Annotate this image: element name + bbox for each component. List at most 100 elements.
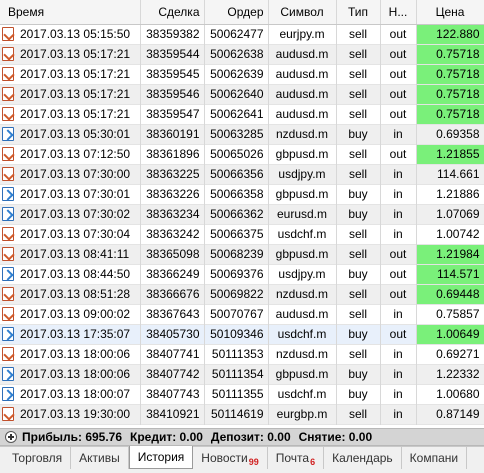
order-id-cell: 50109346 xyxy=(204,324,269,344)
deal-direction-cell: in xyxy=(380,384,417,404)
table-row[interactable]: 2017.03.13 09:00:02 38367643 50070767 audus… xyxy=(0,304,484,324)
expand-plus-icon[interactable] xyxy=(5,431,17,443)
order-id-text: 50111355 xyxy=(211,387,264,401)
price-text: 1.21855 xyxy=(436,147,480,161)
deal-direction-text: in xyxy=(393,187,403,201)
deal-type-cell: buy xyxy=(336,184,381,204)
order-id-text: 50066362 xyxy=(210,207,264,221)
deal-direction-cell: out xyxy=(380,84,417,104)
price-text: 1.22332 xyxy=(436,367,480,381)
order-id-text: 50062638 xyxy=(210,47,264,61)
deal-direction-text: in xyxy=(393,387,403,401)
deal-type-text: sell xyxy=(348,307,367,321)
symbol-text: usdchf.m xyxy=(277,387,327,401)
table-row[interactable]: 2017.03.13 05:17:21 38359547 50062641 audus… xyxy=(0,104,484,124)
deal-type-cell: sell xyxy=(336,44,381,64)
table-row[interactable]: 2017.03.13 08:51:28 38366676 50069822 nzdus… xyxy=(0,284,484,304)
table-row[interactable]: 2017.03.13 07:30:02 38363234 50066362 eurus… xyxy=(0,204,484,224)
table-row[interactable]: 2017.03.13 18:00:06 38407741 50111353 nzdus… xyxy=(0,344,484,364)
symbol-cell: audusd.m xyxy=(268,84,337,104)
tab-history[interactable]: История xyxy=(128,446,194,469)
table-row[interactable]: 2017.03.13 05:17:21 38359545 50062639 audus… xyxy=(0,64,484,84)
table-row[interactable]: 2017.03.13 05:17:21 38359546 50062640 audus… xyxy=(0,84,484,104)
deal-direction-cell: out xyxy=(380,284,417,304)
table-row[interactable]: 2017.03.13 08:41:11 38365098 50068239 gbpus… xyxy=(0,244,484,264)
column-header-deal[interactable]: Сделка xyxy=(140,0,205,25)
price-cell: 0.75857 xyxy=(416,304,484,324)
column-header-type[interactable]: Тип xyxy=(336,0,381,25)
table-row[interactable]: 2017.03.13 07:12:50 38361896 50065026 gbpus… xyxy=(0,144,484,164)
deal-id-text: 38365098 xyxy=(146,247,200,261)
deal-time-text: 2017.03.13 07:30:00 xyxy=(20,167,131,181)
deal-id-cell: 38407743 xyxy=(140,384,205,404)
deal-time-cell: 2017.03.13 07:30:00 xyxy=(0,164,141,184)
table-row[interactable]: 2017.03.13 07:30:01 38363226 50066358 gbpus… xyxy=(0,184,484,204)
deal-time-cell: 2017.03.13 05:17:21 xyxy=(0,44,141,64)
buy-deal-icon xyxy=(2,367,14,381)
deal-id-text: 38407743 xyxy=(146,387,200,401)
symbol-cell: usdchf.m xyxy=(268,324,337,344)
table-header-row: Время Сделка Ордер Символ Тип Н... Цена xyxy=(0,0,484,25)
table-row[interactable]: 2017.03.13 05:30:01 38360191 50063285 nzdus… xyxy=(0,124,484,144)
deal-direction-text: in xyxy=(393,367,403,381)
table-row[interactable]: 2017.03.13 05:17:21 38359544 50062638 audus… xyxy=(0,44,484,64)
deal-type-text: buy xyxy=(348,367,368,381)
deal-time-text: 2017.03.13 05:17:21 xyxy=(20,47,131,61)
table-row[interactable]: 2017.03.13 05:15:50 38359382 50062477 eurjp… xyxy=(0,24,484,44)
column-header-order[interactable]: Ордер xyxy=(204,0,269,25)
symbol-text: usdchf.m xyxy=(277,227,327,241)
table-row[interactable]: 2017.03.13 07:30:00 38363225 50066356 usdjp… xyxy=(0,164,484,184)
tab-mailbox[interactable]: Почта6 xyxy=(268,447,325,469)
price-cell: 1.00649 xyxy=(416,324,484,344)
table-row[interactable]: 2017.03.13 07:30:04 38363242 50066375 usdch… xyxy=(0,224,484,244)
table-row[interactable]: 2017.03.13 18:00:06 38407742 50111354 gbpus… xyxy=(0,364,484,384)
price-cell: 122.880 xyxy=(416,24,484,44)
deal-id-cell: 38407742 xyxy=(140,364,205,384)
deal-time-cell: 2017.03.13 05:15:50 xyxy=(0,24,141,44)
deal-time-text: 2017.03.13 09:00:02 xyxy=(20,307,131,321)
deal-direction-cell: out xyxy=(380,244,417,264)
deal-id-cell: 38359544 xyxy=(140,44,205,64)
news-count-badge: 99 xyxy=(248,457,259,467)
symbol-text: audusd.m xyxy=(275,87,329,101)
column-header-time[interactable]: Время xyxy=(0,0,141,25)
deal-type-cell: sell xyxy=(336,144,381,164)
history-table: Время Сделка Ордер Символ Тип Н... Цена … xyxy=(0,0,484,428)
deal-type-text: sell xyxy=(348,227,367,241)
deal-type-text: buy xyxy=(348,187,368,201)
symbol-cell: audusd.m xyxy=(268,304,337,324)
price-text: 0.69271 xyxy=(436,347,480,361)
symbol-text: usdjpy.m xyxy=(278,267,326,281)
sell-deal-icon xyxy=(2,147,14,161)
tab-label: Календарь xyxy=(332,451,393,465)
deal-time-cell: 2017.03.13 05:17:21 xyxy=(0,84,141,104)
price-text: 114.571 xyxy=(437,267,480,281)
tab-assets[interactable]: Активы xyxy=(71,447,129,469)
deal-type-cell: sell xyxy=(336,344,381,364)
column-header-direction[interactable]: Н... xyxy=(380,0,417,25)
column-header-symbol[interactable]: Символ xyxy=(268,0,337,25)
deal-type-text: sell xyxy=(348,247,367,261)
buy-deal-icon xyxy=(2,387,14,401)
terminal-tab-bar: Торговля Активы История Новости99 Почта6… xyxy=(0,446,484,473)
price-cell: 1.07069 xyxy=(416,204,484,224)
table-row[interactable]: 2017.03.13 18:00:07 38407743 50111355 usdch… xyxy=(0,384,484,404)
symbol-text: audusd.m xyxy=(275,47,329,61)
sell-deal-icon xyxy=(2,247,14,261)
tab-calendar[interactable]: Календарь xyxy=(324,447,402,469)
table-row[interactable]: 2017.03.13 17:35:07 38405730 50109346 usdch… xyxy=(0,324,484,344)
price-cell: 0.75718 xyxy=(416,64,484,84)
tab-news[interactable]: Новости99 xyxy=(193,447,268,469)
tab-company[interactable]: Компани xyxy=(402,447,468,469)
order-id-text: 50069822 xyxy=(210,287,264,301)
tab-trade[interactable]: Торговля xyxy=(4,447,72,469)
profit-text: Прибыль: 695.76 xyxy=(22,430,123,444)
price-text: 0.69358 xyxy=(436,127,480,141)
deal-time-text: 2017.03.13 08:51:28 xyxy=(20,287,131,301)
column-header-price[interactable]: Цена xyxy=(416,0,484,25)
table-row[interactable]: 2017.03.13 19:30:00 38410921 50114619 eurgb… xyxy=(0,404,484,424)
deal-type-text: sell xyxy=(348,27,367,41)
price-text: 122.880 xyxy=(436,27,480,41)
deal-time-cell: 2017.03.13 07:30:04 xyxy=(0,224,141,244)
table-row[interactable]: 2017.03.13 08:44:50 38366249 50069376 usdjp… xyxy=(0,264,484,284)
